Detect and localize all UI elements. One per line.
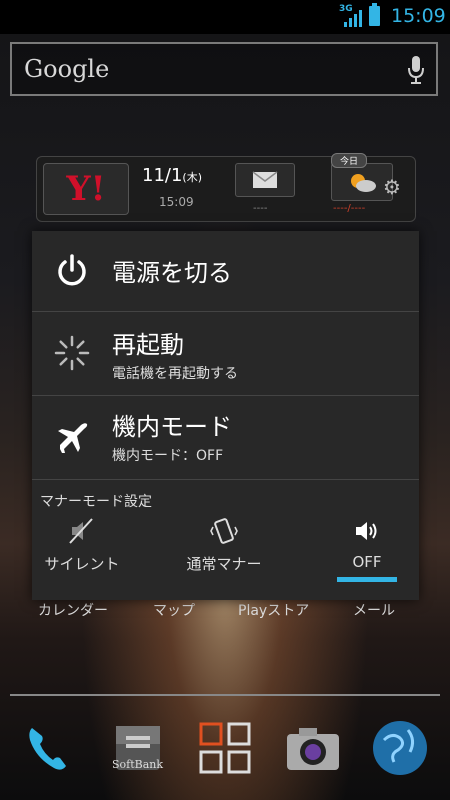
app-label-calendar[interactable]: カレンダー [38,600,108,620]
today-badge: 今日 [331,153,367,168]
app-labels-row: カレンダー マップ Playストア メール [0,600,450,622]
widget-date: 11/1(木) [142,165,203,186]
battery-icon [369,3,380,26]
manner-vibrate-option[interactable]: 通常マナー [164,517,284,577]
google-search-bar[interactable]: Google [10,42,438,96]
manner-mode-label: マナーモード設定 [40,494,152,510]
restart-subtitle: 電話機を再起動する [112,366,238,382]
airplane-mode-subtitle: 機内モード：OFF [112,448,224,464]
silent-icon [69,518,93,544]
browser-globe-icon[interactable] [370,718,430,778]
phone-icon[interactable] [20,718,80,778]
mic-icon[interactable] [408,56,424,84]
power-options-dialog: 電源を切る 再起動 電話機を再起動する 機内モード 機内モード：OFF マナーモ… [32,231,419,600]
airplane-mode-item[interactable]: 機内モード 機内モード：OFF [32,395,419,480]
airplane-mode-label: 機内モード [112,413,232,441]
manner-vibrate-label: 通常マナー [186,555,262,573]
google-logo: Google [24,55,110,83]
weather-temp: ----/---- [333,203,366,214]
manner-off-label: OFF [352,553,382,571]
status-bar: 3G 15:09 [0,0,450,34]
spinner-icon [54,335,90,371]
manner-off-option[interactable]: OFF [307,517,427,577]
status-clock: 15:09 [391,5,446,27]
mail-count: ---- [253,203,268,214]
app-label-mail[interactable]: メール [353,600,395,620]
dock: SoftBank [0,718,450,788]
gear-icon[interactable]: ⚙ [383,175,401,199]
power-off-item[interactable]: 電源を切る [32,231,419,312]
power-off-label: 電源を切る [112,259,232,287]
signal-icon [344,10,362,27]
mail-icon[interactable] [235,163,295,197]
app-label-maps[interactable]: マップ [153,600,195,620]
airplane-icon [58,423,88,453]
speaker-icon [356,522,377,540]
yahoo-logo[interactable]: Y! [43,163,129,215]
selected-indicator [337,577,397,582]
yahoo-widget[interactable]: Y! 11/1(木) 15:09 ---- 今日 ----/---- ⚙ [36,153,416,222]
manner-silent-label: サイレント [44,555,120,573]
restart-label: 再起動 [112,331,184,359]
vibrate-icon [210,518,238,544]
restart-item[interactable]: 再起動 電話機を再起動する [32,311,419,396]
dock-divider [10,694,440,696]
app-label-playstore[interactable]: Playストア [238,600,309,620]
camera-icon[interactable] [283,718,343,778]
softbank-label: SoftBank [112,758,164,771]
widget-time: 15:09 [159,195,194,209]
manner-silent-option[interactable]: サイレント [22,517,142,577]
apps-grid-icon[interactable] [195,718,255,778]
power-icon [58,254,86,286]
